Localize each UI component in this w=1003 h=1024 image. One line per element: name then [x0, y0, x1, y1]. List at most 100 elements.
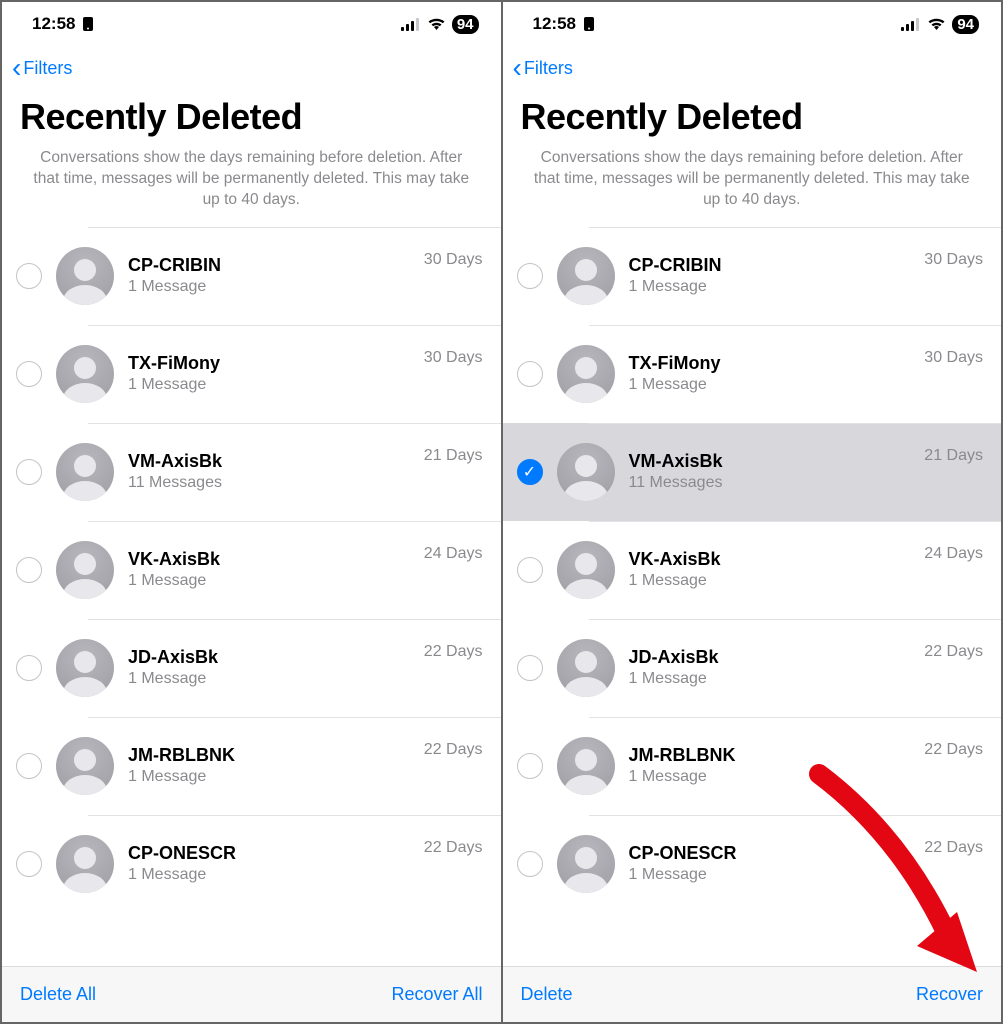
select-checkbox[interactable] — [517, 557, 543, 583]
conversation-row[interactable]: VK-AxisBk 1 Message 24 Days — [2, 521, 501, 619]
contact-avatar-icon — [56, 541, 114, 599]
contact-name: CP-CRIBIN — [128, 255, 424, 276]
conversation-row[interactable]: TX-FiMony 1 Message 30 Days — [503, 325, 1002, 423]
days-remaining: 22 Days — [924, 643, 983, 661]
page-title: Recently Deleted — [503, 90, 1002, 148]
contact-avatar-icon — [557, 835, 615, 893]
status-time: 12:58 — [32, 14, 75, 34]
contact-name: JM-RBLBNK — [128, 745, 424, 766]
conversation-list[interactable]: CP-CRIBIN 1 Message 30 Days TX-FiMony 1 … — [2, 227, 501, 966]
conversation-row[interactable]: ✓ VM-AxisBk 11 Messages 21 Days — [503, 423, 1002, 521]
days-remaining: 21 Days — [424, 447, 483, 465]
portrait-lock-icon — [582, 16, 596, 32]
select-checkbox[interactable] — [16, 263, 42, 289]
contact-avatar-icon — [56, 737, 114, 795]
row-text: VM-AxisBk 11 Messages — [128, 451, 424, 492]
battery-indicator: 94 — [952, 15, 979, 34]
row-text: VK-AxisBk 1 Message — [629, 549, 925, 590]
days-remaining: 22 Days — [924, 839, 983, 857]
days-remaining: 22 Days — [924, 741, 983, 759]
select-checkbox[interactable] — [16, 753, 42, 779]
conversation-row[interactable]: JM-RBLBNK 1 Message 22 Days — [2, 717, 501, 815]
conversation-row[interactable]: JM-RBLBNK 1 Message 22 Days — [503, 717, 1002, 815]
contact-name: CP-ONESCR — [128, 843, 424, 864]
select-checkbox[interactable] — [16, 459, 42, 485]
row-text: CP-ONESCR 1 Message — [128, 843, 424, 884]
row-text: JM-RBLBNK 1 Message — [128, 745, 424, 786]
contact-avatar-icon — [557, 639, 615, 697]
conversation-row[interactable]: JD-AxisBk 1 Message 22 Days — [503, 619, 1002, 717]
contact-name: VM-AxisBk — [128, 451, 424, 472]
select-checkbox[interactable] — [16, 655, 42, 681]
contact-avatar-icon — [557, 737, 615, 795]
contact-avatar-icon — [56, 345, 114, 403]
delete-button[interactable]: Delete All — [20, 984, 96, 1005]
cellular-icon — [401, 18, 421, 31]
contact-name: CP-CRIBIN — [629, 255, 925, 276]
select-checkbox[interactable] — [517, 851, 543, 877]
status-bar: 12:58 94 — [2, 2, 501, 46]
contact-name: JM-RBLBNK — [629, 745, 925, 766]
dual-screenshot-container: 12:58 94 ‹ Filters Recently Deleted Conv… — [0, 0, 1003, 1024]
select-checkbox[interactable] — [16, 851, 42, 877]
back-button[interactable]: ‹ Filters — [12, 54, 72, 82]
status-time: 12:58 — [533, 14, 576, 34]
back-button[interactable]: ‹ Filters — [513, 54, 573, 82]
contact-name: JD-AxisBk — [128, 647, 424, 668]
conversation-row[interactable]: CP-ONESCR 1 Message 22 Days — [503, 815, 1002, 913]
select-checkbox[interactable] — [517, 655, 543, 681]
delete-button[interactable]: Delete — [521, 984, 573, 1005]
days-remaining: 22 Days — [424, 741, 483, 759]
days-remaining: 30 Days — [924, 349, 983, 367]
cellular-icon — [901, 18, 921, 31]
row-text: CP-CRIBIN 1 Message — [629, 255, 925, 296]
conversation-list[interactable]: CP-CRIBIN 1 Message 30 Days TX-FiMony 1 … — [503, 227, 1002, 966]
contact-avatar-icon — [56, 639, 114, 697]
conversation-row[interactable]: VK-AxisBk 1 Message 24 Days — [503, 521, 1002, 619]
back-label: Filters — [524, 58, 573, 79]
message-count: 11 Messages — [629, 474, 925, 492]
conversation-row[interactable]: CP-CRIBIN 1 Message 30 Days — [2, 227, 501, 325]
conversation-row[interactable]: TX-FiMony 1 Message 30 Days — [2, 325, 501, 423]
select-checkbox[interactable] — [16, 361, 42, 387]
message-count: 1 Message — [128, 670, 424, 688]
page-description: Conversations show the days remaining be… — [503, 148, 1002, 227]
days-remaining: 24 Days — [424, 545, 483, 563]
days-remaining: 22 Days — [424, 839, 483, 857]
page-title: Recently Deleted — [2, 90, 501, 148]
contact-name: VM-AxisBk — [629, 451, 925, 472]
wifi-icon — [927, 17, 946, 31]
nav-bar: ‹ Filters — [2, 46, 501, 90]
phone-screenshot: 12:58 94 ‹ Filters Recently Deleted Conv… — [503, 2, 1002, 1022]
recover-button[interactable]: Recover All — [391, 984, 482, 1005]
select-checkbox[interactable] — [517, 753, 543, 779]
days-remaining: 24 Days — [924, 545, 983, 563]
row-text: TX-FiMony 1 Message — [629, 353, 925, 394]
select-checkbox[interactable] — [517, 263, 543, 289]
row-text: JD-AxisBk 1 Message — [629, 647, 925, 688]
message-count: 1 Message — [629, 866, 925, 884]
message-count: 1 Message — [128, 278, 424, 296]
contact-name: VK-AxisBk — [629, 549, 925, 570]
select-checkbox[interactable]: ✓ — [517, 459, 543, 485]
contact-name: CP-ONESCR — [629, 843, 925, 864]
row-text: VK-AxisBk 1 Message — [128, 549, 424, 590]
conversation-row[interactable]: CP-ONESCR 1 Message 22 Days — [2, 815, 501, 913]
recover-button[interactable]: Recover — [916, 984, 983, 1005]
chevron-left-icon: ‹ — [513, 54, 522, 82]
row-text: JD-AxisBk 1 Message — [128, 647, 424, 688]
contact-avatar-icon — [557, 345, 615, 403]
conversation-row[interactable]: JD-AxisBk 1 Message 22 Days — [2, 619, 501, 717]
message-count: 1 Message — [128, 768, 424, 786]
conversation-row[interactable]: CP-CRIBIN 1 Message 30 Days — [503, 227, 1002, 325]
bottom-toolbar: Delete Recover — [503, 966, 1002, 1022]
chevron-left-icon: ‹ — [12, 54, 21, 82]
message-count: 1 Message — [629, 278, 925, 296]
select-checkbox[interactable] — [16, 557, 42, 583]
bottom-toolbar: Delete All Recover All — [2, 966, 501, 1022]
contact-avatar-icon — [56, 835, 114, 893]
days-remaining: 21 Days — [924, 447, 983, 465]
days-remaining: 30 Days — [924, 251, 983, 269]
select-checkbox[interactable] — [517, 361, 543, 387]
conversation-row[interactable]: VM-AxisBk 11 Messages 21 Days — [2, 423, 501, 521]
